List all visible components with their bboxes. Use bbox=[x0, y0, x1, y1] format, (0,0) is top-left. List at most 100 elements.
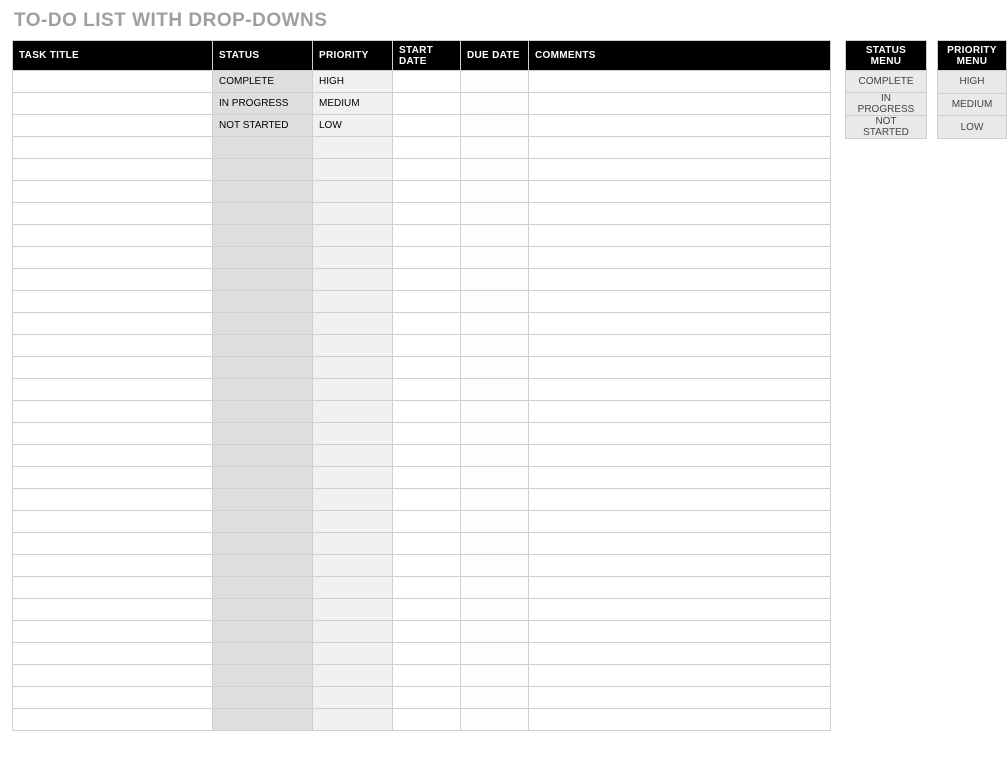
task-title-cell[interactable] bbox=[13, 335, 213, 357]
comments-cell[interactable] bbox=[529, 115, 831, 137]
due-date-cell[interactable] bbox=[461, 511, 529, 533]
comments-cell[interactable] bbox=[529, 709, 831, 731]
task-title-cell[interactable] bbox=[13, 159, 213, 181]
priority-cell[interactable] bbox=[313, 357, 393, 379]
status-cell[interactable]: COMPLETE bbox=[213, 71, 313, 93]
task-title-cell[interactable] bbox=[13, 511, 213, 533]
comments-cell[interactable] bbox=[529, 621, 831, 643]
task-title-cell[interactable] bbox=[13, 115, 213, 137]
start-date-cell[interactable] bbox=[393, 247, 461, 269]
status-cell[interactable]: IN PROGRESS bbox=[213, 93, 313, 115]
comments-cell[interactable] bbox=[529, 643, 831, 665]
priority-cell[interactable] bbox=[313, 225, 393, 247]
comments-cell[interactable] bbox=[529, 665, 831, 687]
task-title-cell[interactable] bbox=[13, 71, 213, 93]
comments-cell[interactable] bbox=[529, 423, 831, 445]
start-date-cell[interactable] bbox=[393, 533, 461, 555]
status-cell[interactable] bbox=[213, 203, 313, 225]
status-cell[interactable] bbox=[213, 357, 313, 379]
due-date-cell[interactable] bbox=[461, 137, 529, 159]
task-title-cell[interactable] bbox=[13, 687, 213, 709]
priority-cell[interactable] bbox=[313, 247, 393, 269]
status-cell[interactable] bbox=[213, 423, 313, 445]
priority-menu-option[interactable]: HIGH bbox=[938, 71, 1007, 94]
task-title-cell[interactable] bbox=[13, 599, 213, 621]
priority-cell[interactable] bbox=[313, 533, 393, 555]
start-date-cell[interactable] bbox=[393, 489, 461, 511]
due-date-cell[interactable] bbox=[461, 577, 529, 599]
priority-cell[interactable] bbox=[313, 643, 393, 665]
start-date-cell[interactable] bbox=[393, 159, 461, 181]
priority-cell[interactable] bbox=[313, 467, 393, 489]
start-date-cell[interactable] bbox=[393, 225, 461, 247]
start-date-cell[interactable] bbox=[393, 511, 461, 533]
due-date-cell[interactable] bbox=[461, 709, 529, 731]
task-title-cell[interactable] bbox=[13, 643, 213, 665]
comments-cell[interactable] bbox=[529, 445, 831, 467]
task-title-cell[interactable] bbox=[13, 423, 213, 445]
priority-cell[interactable] bbox=[313, 665, 393, 687]
due-date-cell[interactable] bbox=[461, 115, 529, 137]
comments-cell[interactable] bbox=[529, 511, 831, 533]
priority-cell[interactable] bbox=[313, 159, 393, 181]
due-date-cell[interactable] bbox=[461, 159, 529, 181]
task-title-cell[interactable] bbox=[13, 467, 213, 489]
task-title-cell[interactable] bbox=[13, 137, 213, 159]
start-date-cell[interactable] bbox=[393, 643, 461, 665]
status-cell[interactable] bbox=[213, 511, 313, 533]
comments-cell[interactable] bbox=[529, 401, 831, 423]
due-date-cell[interactable] bbox=[461, 665, 529, 687]
task-title-cell[interactable] bbox=[13, 401, 213, 423]
due-date-cell[interactable] bbox=[461, 599, 529, 621]
due-date-cell[interactable] bbox=[461, 313, 529, 335]
comments-cell[interactable] bbox=[529, 291, 831, 313]
priority-menu-option[interactable]: LOW bbox=[938, 116, 1007, 139]
comments-cell[interactable] bbox=[529, 247, 831, 269]
status-cell[interactable] bbox=[213, 577, 313, 599]
due-date-cell[interactable] bbox=[461, 335, 529, 357]
due-date-cell[interactable] bbox=[461, 357, 529, 379]
status-cell[interactable] bbox=[213, 401, 313, 423]
comments-cell[interactable] bbox=[529, 181, 831, 203]
start-date-cell[interactable] bbox=[393, 93, 461, 115]
comments-cell[interactable] bbox=[529, 203, 831, 225]
due-date-cell[interactable] bbox=[461, 379, 529, 401]
status-cell[interactable] bbox=[213, 181, 313, 203]
status-cell[interactable] bbox=[213, 159, 313, 181]
task-title-cell[interactable] bbox=[13, 709, 213, 731]
priority-cell[interactable] bbox=[313, 379, 393, 401]
priority-cell[interactable] bbox=[313, 599, 393, 621]
priority-cell[interactable] bbox=[313, 621, 393, 643]
status-cell[interactable] bbox=[213, 379, 313, 401]
start-date-cell[interactable] bbox=[393, 379, 461, 401]
due-date-cell[interactable] bbox=[461, 643, 529, 665]
due-date-cell[interactable] bbox=[461, 489, 529, 511]
start-date-cell[interactable] bbox=[393, 599, 461, 621]
task-title-cell[interactable] bbox=[13, 181, 213, 203]
task-title-cell[interactable] bbox=[13, 621, 213, 643]
start-date-cell[interactable] bbox=[393, 665, 461, 687]
task-title-cell[interactable] bbox=[13, 291, 213, 313]
due-date-cell[interactable] bbox=[461, 291, 529, 313]
start-date-cell[interactable] bbox=[393, 687, 461, 709]
comments-cell[interactable] bbox=[529, 599, 831, 621]
comments-cell[interactable] bbox=[529, 269, 831, 291]
priority-cell[interactable] bbox=[313, 269, 393, 291]
start-date-cell[interactable] bbox=[393, 467, 461, 489]
due-date-cell[interactable] bbox=[461, 247, 529, 269]
priority-cell[interactable] bbox=[313, 445, 393, 467]
task-title-cell[interactable] bbox=[13, 489, 213, 511]
due-date-cell[interactable] bbox=[461, 467, 529, 489]
start-date-cell[interactable] bbox=[393, 291, 461, 313]
due-date-cell[interactable] bbox=[461, 533, 529, 555]
status-cell[interactable] bbox=[213, 445, 313, 467]
status-cell[interactable] bbox=[213, 467, 313, 489]
priority-cell[interactable]: MEDIUM bbox=[313, 93, 393, 115]
start-date-cell[interactable] bbox=[393, 203, 461, 225]
status-cell[interactable] bbox=[213, 225, 313, 247]
due-date-cell[interactable] bbox=[461, 71, 529, 93]
start-date-cell[interactable] bbox=[393, 621, 461, 643]
status-cell[interactable] bbox=[213, 643, 313, 665]
due-date-cell[interactable] bbox=[461, 401, 529, 423]
task-title-cell[interactable] bbox=[13, 247, 213, 269]
